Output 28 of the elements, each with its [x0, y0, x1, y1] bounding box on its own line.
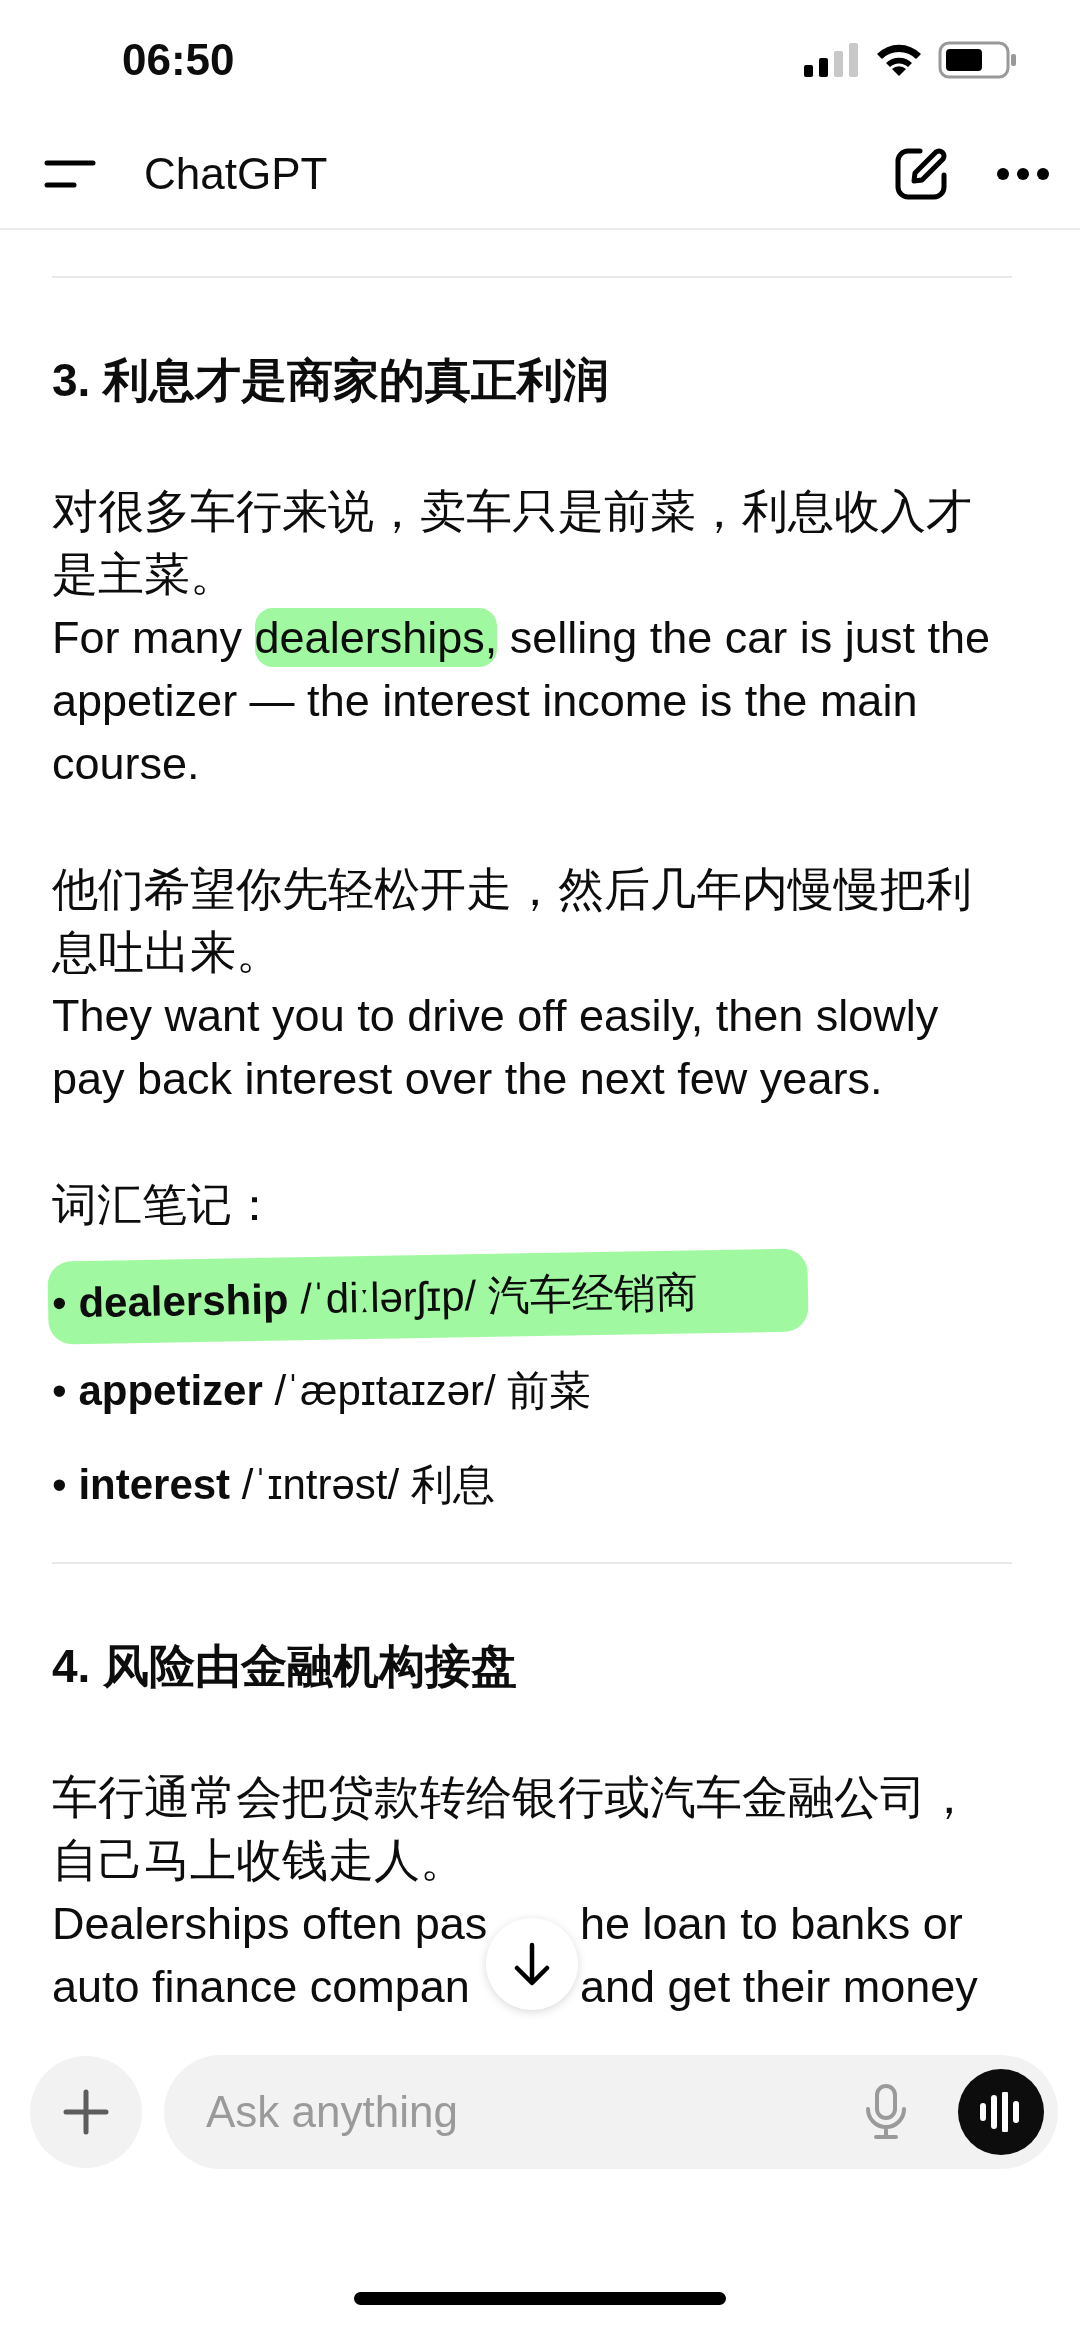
vocabulary-item: • dealership /ˈdiːlərʃɪp/ 汽车经销商	[47, 1248, 809, 1345]
notes-label: 词汇笔记：	[52, 1178, 278, 1232]
menu-icon[interactable]	[44, 159, 96, 189]
english-text: he loan to banks or	[580, 1897, 964, 1951]
battery-icon	[938, 41, 1018, 79]
more-icon[interactable]	[996, 167, 1050, 181]
new-chat-icon[interactable]	[894, 147, 948, 201]
english-text: and get their money	[580, 1960, 979, 2014]
chinese-paragraph: 他们希望你先轻松开走，然后几年内慢慢把利息吐出来。	[52, 862, 973, 980]
english-paragraph: For many dealerships, selling the car is just the appetizer — the interest income is the main course.	[52, 606, 1012, 795]
status-time: 06:50	[122, 35, 236, 85]
signal-icon	[804, 43, 860, 77]
vocabulary-item: • appetizer /ˈæpɪtaɪzər/ 前菜	[52, 1366, 593, 1416]
message-input[interactable]: Ask anything	[204, 2086, 844, 2138]
english-text: Dealerships often pas	[52, 1897, 489, 1951]
section-heading: 4. 风险由金融机构接盘	[52, 1639, 519, 1694]
chinese-paragraph: 车行通常会把贷款转给银行或汽车金融公司，自己马上收钱走人。	[52, 1770, 973, 1888]
english-text: auto finance compan	[52, 1960, 471, 2014]
chinese-paragraph: 对很多车行来说，卖车只是前菜，利息收入才是主菜。	[52, 484, 973, 602]
english-paragraph: They want you to drive off easily, then slowly pay back interest over the next few years.	[52, 989, 940, 1106]
scroll-down-button[interactable]	[486, 1918, 578, 2010]
section-heading: 3. 利息才是商家的真正利润	[52, 353, 611, 408]
plus-icon	[62, 2088, 110, 2136]
message-field[interactable]: Ask anything	[164, 2055, 1058, 2169]
arrow-down-icon	[512, 1942, 552, 1986]
voice-mode-button[interactable]	[958, 2069, 1044, 2155]
vocabulary-item: • interest /ˈɪntrəst/ 利息	[52, 1460, 496, 1510]
app-title: ChatGPT	[144, 149, 329, 199]
